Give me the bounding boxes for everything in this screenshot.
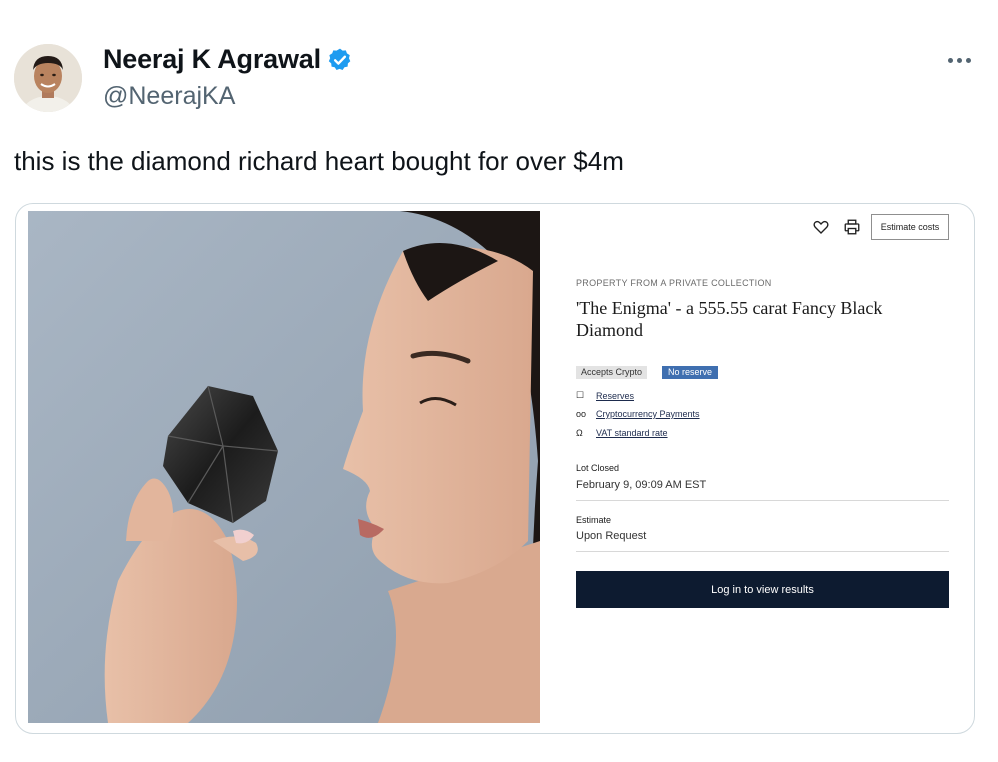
vat-rate-link[interactable]: Ω VAT standard rate bbox=[576, 428, 668, 438]
heart-icon[interactable] bbox=[812, 218, 830, 236]
divider bbox=[576, 500, 949, 501]
avatar[interactable] bbox=[14, 44, 82, 112]
tweet-text: this is the diamond richard heart bought… bbox=[14, 146, 624, 176]
vat-rate-link-label[interactable]: VAT standard rate bbox=[596, 428, 668, 438]
square-icon: ☐ bbox=[576, 390, 585, 400]
omega-icon: Ω bbox=[576, 428, 583, 438]
more-options-icon[interactable] bbox=[948, 52, 976, 68]
author-handle[interactable]: @NeerajKA bbox=[103, 82, 235, 111]
no-reserve-tag: No reserve bbox=[662, 366, 719, 379]
diamond-photo bbox=[28, 211, 540, 723]
listing-panel: Estimate costs PROPERTY FROM A PRIVATE C… bbox=[540, 204, 974, 733]
lot-closed-label: Lot Closed bbox=[576, 463, 620, 473]
glasses-icon: oo bbox=[576, 409, 587, 419]
reserves-link-label[interactable]: Reserves bbox=[596, 391, 634, 401]
lot-title: 'The Enigma' - a 555.55 carat Fancy Blac… bbox=[576, 298, 883, 340]
author-name-row[interactable]: Neeraj K Agrawal bbox=[103, 44, 353, 75]
avatar-photo bbox=[14, 44, 82, 112]
reserves-link[interactable]: ☐ Reserves bbox=[576, 390, 634, 401]
login-to-view-results-button[interactable]: Log in to view results bbox=[576, 571, 949, 608]
verified-badge-icon bbox=[328, 48, 351, 70]
print-icon[interactable] bbox=[843, 218, 861, 236]
crypto-payments-link-label[interactable]: Cryptocurrency Payments bbox=[596, 409, 700, 419]
tweet-media[interactable]: Estimate costs PROPERTY FROM A PRIVATE C… bbox=[15, 203, 975, 734]
accepts-crypto-tag: Accepts Crypto bbox=[576, 366, 648, 379]
lot-closed-value: February 9, 09:09 AM EST bbox=[576, 479, 707, 491]
estimate-value: Upon Request bbox=[576, 530, 647, 542]
author-display-name[interactable]: Neeraj K Agrawal bbox=[103, 44, 321, 75]
lot-eyebrow: PROPERTY FROM A PRIVATE COLLECTION bbox=[576, 278, 772, 288]
estimate-label: Estimate bbox=[576, 515, 612, 525]
crypto-payments-link[interactable]: oo Cryptocurrency Payments bbox=[576, 409, 700, 419]
estimate-costs-button[interactable]: Estimate costs bbox=[871, 214, 949, 240]
divider bbox=[576, 551, 949, 552]
